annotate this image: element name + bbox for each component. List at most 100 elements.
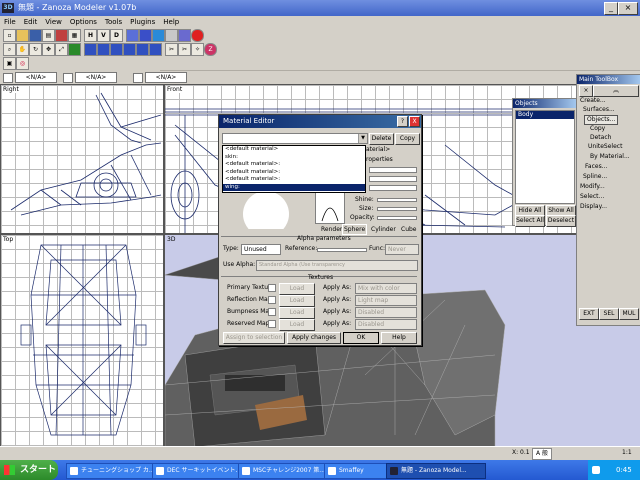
reserved-map-checkbox[interactable] bbox=[268, 320, 276, 328]
camera-icon[interactable] bbox=[68, 43, 81, 56]
task-button-3[interactable]: MSCチャレンジ2007 第... bbox=[238, 463, 338, 479]
bumpness-apply-as-select[interactable]: Disabled bbox=[355, 307, 417, 318]
toolbox-select[interactable]: Select... bbox=[580, 193, 604, 201]
view-select[interactable]: <N/A> bbox=[145, 72, 187, 83]
color-slider-3[interactable] bbox=[369, 185, 417, 191]
delete-icon[interactable] bbox=[55, 29, 68, 42]
task-button-active[interactable]: 無題 - Zanoza Model... bbox=[386, 463, 486, 479]
view-select[interactable]: <N/A> bbox=[15, 72, 57, 83]
toolbox-objects[interactable]: Objects... bbox=[584, 115, 619, 125]
reflection-apply-as-select[interactable]: Light map bbox=[355, 295, 417, 306]
copy-button[interactable]: Copy bbox=[395, 133, 420, 145]
apply-changes-button[interactable]: Apply changes bbox=[287, 332, 341, 344]
menu-edit[interactable]: Edit bbox=[24, 18, 38, 26]
view-select[interactable]: <N/A> bbox=[75, 72, 117, 83]
snap-icon[interactable]: ▣ bbox=[3, 57, 16, 70]
ok-button[interactable]: OK bbox=[343, 332, 379, 344]
opacity-slider[interactable] bbox=[377, 216, 417, 220]
scale-icon[interactable]: ⤢ bbox=[55, 43, 68, 56]
list-item[interactable]: <default material>: bbox=[223, 169, 365, 177]
menu-options[interactable]: Options bbox=[70, 18, 97, 26]
assign-to-selection-button[interactable]: Assign to selection bbox=[223, 332, 285, 344]
target-icon[interactable]: ◎ bbox=[16, 57, 29, 70]
mul-button[interactable]: MUL bbox=[619, 308, 639, 320]
cube-icon[interactable] bbox=[139, 29, 152, 42]
material-dropdown[interactable]: ▼ bbox=[222, 133, 368, 144]
vertex-icon[interactable] bbox=[110, 43, 123, 56]
primary-load-map-button[interactable]: Load Map... bbox=[279, 283, 315, 302]
list-item[interactable]: wing: bbox=[223, 183, 365, 191]
reflection-map-checkbox[interactable] bbox=[268, 296, 276, 304]
toolbox-display[interactable]: Display... bbox=[580, 203, 607, 211]
list-item[interactable]: Body bbox=[516, 111, 574, 119]
new-file-icon[interactable]: ▫ bbox=[3, 29, 16, 42]
toolbox-copy[interactable]: Copy bbox=[590, 125, 605, 133]
reserved-load-map-button[interactable]: Load Map... bbox=[279, 319, 315, 338]
edge-icon[interactable] bbox=[97, 43, 110, 56]
tab-render[interactable]: Render bbox=[321, 225, 342, 234]
viewport-top[interactable]: Top bbox=[0, 234, 164, 448]
deselect-button[interactable]: Deselect bbox=[546, 215, 576, 227]
func-select[interactable]: Never bbox=[385, 244, 419, 255]
mirror-icon[interactable]: ✂ bbox=[165, 43, 178, 56]
object-icon[interactable] bbox=[126, 29, 139, 42]
ext-button[interactable]: EXT bbox=[579, 308, 599, 320]
reflection-load-map-button[interactable]: Load Map... bbox=[279, 295, 315, 314]
close-icon[interactable]: X bbox=[409, 116, 420, 127]
minimize-button[interactable]: _ bbox=[604, 2, 618, 15]
toolbox-faces[interactable]: Faces... bbox=[585, 163, 607, 171]
magnify-icon[interactable]: ⌕ bbox=[3, 43, 16, 56]
plugin-icon[interactable]: Z bbox=[204, 43, 217, 56]
list-item[interactable]: <default material> bbox=[223, 146, 365, 154]
display-button[interactable]: D bbox=[110, 29, 123, 42]
close-button[interactable]: × bbox=[618, 2, 638, 15]
reserved-apply-as-select[interactable]: Disabled bbox=[355, 319, 417, 330]
hand-icon[interactable]: ✋ bbox=[16, 43, 29, 56]
toolbox-collapse-icon[interactable]: ︽ bbox=[593, 85, 639, 97]
tab-cube[interactable]: Cube bbox=[401, 225, 417, 234]
shine-slider[interactable] bbox=[377, 198, 417, 202]
color-slider-2[interactable] bbox=[369, 176, 417, 182]
print-icon[interactable]: ▤ bbox=[42, 29, 55, 42]
ime-indicator[interactable]: A 般 bbox=[532, 448, 553, 460]
list-item[interactable]: <default material>: bbox=[223, 176, 365, 184]
color-slider-1[interactable] bbox=[369, 167, 417, 173]
toolbox-create[interactable]: Create... bbox=[580, 97, 606, 105]
cylinder-icon[interactable] bbox=[165, 29, 178, 42]
bumpness-map-checkbox[interactable] bbox=[268, 308, 276, 316]
size-slider[interactable] bbox=[377, 207, 417, 211]
view-toggle-icon[interactable] bbox=[63, 73, 73, 83]
task-button-1[interactable]: チューニングショップ カ... bbox=[66, 463, 166, 479]
primary-apply-as-select[interactable]: Mix with color bbox=[355, 283, 417, 294]
list-item[interactable]: <default material>: bbox=[223, 161, 365, 169]
toolbox-close-icon[interactable]: × bbox=[579, 85, 593, 97]
cone-icon[interactable] bbox=[178, 29, 191, 42]
delete-button[interactable]: Delete bbox=[369, 133, 394, 145]
toolbox-by-material[interactable]: By Material... bbox=[590, 153, 630, 161]
toolbox-detach[interactable]: Detach bbox=[590, 134, 611, 142]
primary-texture-checkbox[interactable] bbox=[268, 284, 276, 292]
rotate-icon[interactable]: ↻ bbox=[29, 43, 42, 56]
menu-help[interactable]: Help bbox=[163, 18, 179, 26]
toolbox-uniteselect[interactable]: UniteSelect bbox=[588, 143, 622, 151]
object-select-icon[interactable] bbox=[123, 43, 136, 56]
cut-icon[interactable]: ✂ bbox=[178, 43, 191, 56]
sphere-icon[interactable] bbox=[152, 29, 165, 42]
view-button[interactable]: V bbox=[97, 29, 110, 42]
list-item[interactable]: skin: bbox=[223, 154, 365, 162]
menu-file[interactable]: File bbox=[4, 18, 16, 26]
reference-slider[interactable] bbox=[317, 248, 367, 252]
speaker-icon[interactable] bbox=[592, 466, 600, 474]
view-toggle-icon[interactable] bbox=[133, 73, 143, 83]
move-icon[interactable]: ✥ bbox=[42, 43, 55, 56]
viewport-right[interactable]: Right bbox=[0, 84, 164, 234]
help-button[interactable]: Help bbox=[381, 332, 417, 344]
save-file-icon[interactable] bbox=[29, 29, 42, 42]
toolbox-surfaces[interactable]: Surfaces... bbox=[583, 106, 615, 114]
use-alpha-select[interactable]: Standard Alpha (Use transparency bbox=[256, 260, 418, 271]
help-icon[interactable]: ? bbox=[397, 116, 408, 127]
render-icon[interactable] bbox=[191, 29, 204, 42]
toolbox-spline[interactable]: Spline... bbox=[583, 173, 607, 181]
group-icon[interactable] bbox=[136, 43, 149, 56]
hide-button[interactable]: H bbox=[84, 29, 97, 42]
